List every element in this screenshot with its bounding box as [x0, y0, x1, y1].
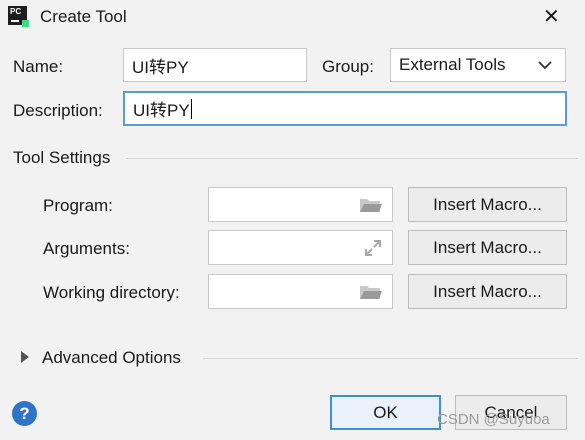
app-icon-accent [22, 20, 29, 27]
app-icon-text: PC [10, 7, 22, 16]
advanced-options-toggle[interactable]: Advanced Options [42, 348, 181, 368]
name-label: Name: [13, 57, 64, 76]
name-input-value: UI转PY [132, 57, 189, 77]
working-directory-label: Working directory: [43, 283, 180, 302]
arguments-label: Arguments: [43, 239, 130, 258]
expand-icon[interactable] [363, 238, 383, 258]
working-directory-input[interactable] [208, 274, 393, 309]
chevron-down-icon [538, 61, 552, 70]
close-icon[interactable]: ✕ [543, 4, 560, 29]
tool-settings-title: Tool Settings [13, 148, 111, 167]
description-input[interactable]: UI转PY [123, 91, 567, 126]
advanced-options-divider [203, 358, 578, 359]
arguments-input[interactable] [208, 230, 393, 265]
ok-button[interactable]: OK [330, 395, 441, 430]
watermark: CSDN @Suyuoa [437, 411, 550, 428]
folder-icon[interactable] [359, 283, 383, 301]
group-select-value: External Tools [399, 55, 506, 74]
window-title: Create Tool [40, 7, 127, 26]
group-select[interactable]: External Tools [390, 48, 566, 82]
working-directory-insert-macro-button[interactable]: Insert Macro... [408, 274, 567, 309]
arguments-insert-macro-button[interactable]: Insert Macro... [408, 230, 567, 265]
expand-arrow-icon[interactable] [21, 351, 29, 363]
description-input-value: UI转PY [133, 101, 190, 120]
tool-settings-divider [126, 158, 578, 159]
folder-icon[interactable] [359, 196, 383, 214]
group-label: Group: [322, 57, 374, 76]
text-caret [190, 98, 192, 119]
program-input[interactable] [208, 187, 393, 222]
name-input[interactable]: UI转PY [123, 48, 307, 82]
help-icon[interactable]: ? [12, 401, 37, 426]
description-label: Description: [13, 101, 103, 120]
program-label: Program: [43, 196, 113, 215]
program-insert-macro-button[interactable]: Insert Macro... [408, 187, 567, 222]
app-icon-bar [11, 20, 19, 22]
pycharm-app-icon: PC [8, 6, 29, 27]
